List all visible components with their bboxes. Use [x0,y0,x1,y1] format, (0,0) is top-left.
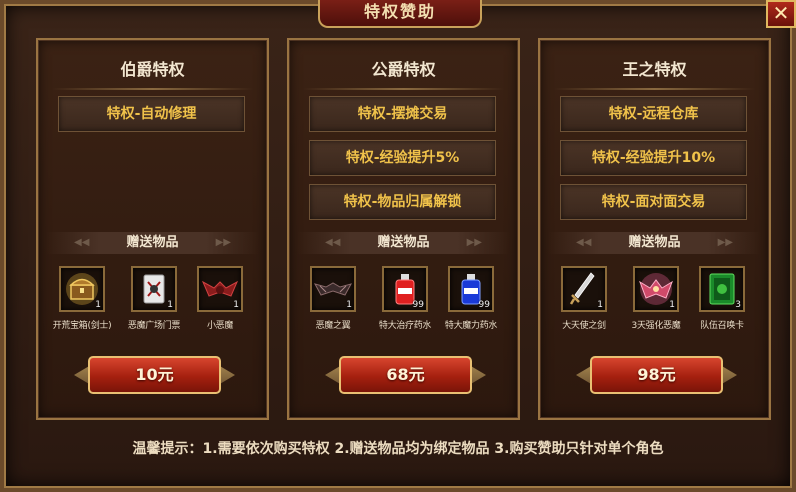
arrow-right-icon: ▶▶ [215,237,231,248]
item-count: 1 [346,300,352,310]
gift-item[interactable]: 99 特大魔力药水 [441,266,501,331]
item-name: 恶魔之翼 [315,321,351,331]
item-count: 1 [669,300,675,310]
item-count: 3 [735,300,741,310]
privilege-item: 特权-远程仓库 [560,96,747,132]
gift-item[interactable]: 99 特大治疗药水 [375,266,435,331]
item-slot[interactable]: 1 [131,266,177,312]
item-count: 1 [597,300,603,310]
buy-area: 10元 [74,354,235,396]
item-count: 1 [95,300,101,310]
item-slot[interactable]: 1 [197,266,243,312]
item-slot[interactable]: 1 [310,266,356,312]
privilege-item: 特权-面对面交易 [560,184,747,220]
gift-item[interactable]: 1 大天使之剑 [554,266,614,331]
gift-item[interactable]: 1 3天强化恶魔 [626,266,686,331]
privilege-item: 特权-经验提升5% [309,140,496,176]
gift-label: 赠送物品 [377,235,430,250]
gift-items: 1 开荒宝箱(剑士) 1 恶魔广场门票 1 小恶魔 [38,266,267,340]
gift-header: ◀◀ 赠送物品 ▶▶ [46,232,259,254]
divider [303,88,504,90]
close-button[interactable]: ✕ [766,0,796,28]
gift-item[interactable]: 1 恶魔之翼 [303,266,363,331]
privilege-item: 特权-自动修理 [58,96,245,132]
gift-items: 1 大天使之剑 1 3天强化恶魔 3 队伍召唤卡 [540,266,769,340]
buy-area: 98元 [576,354,737,396]
divider [52,88,253,90]
item-slot[interactable]: 1 [633,266,679,312]
arrow-right-icon: ▶▶ [466,237,482,248]
arrow-right-icon: ▶▶ [717,237,733,248]
panel-title: 伯爵特权 [120,60,185,79]
item-name: 恶魔广场门票 [127,321,181,331]
panel-count: 伯爵特权 特权-自动修理 ◀◀ 赠送物品 ▶▶ 1 开荒宝箱(剑士) 1 恶魔广… [36,38,269,420]
gift-item[interactable]: 3 队伍召唤卡 [692,266,752,331]
gift-label: 赠送物品 [628,235,681,250]
buy-area: 68元 [325,354,486,396]
panel-title: 公爵特权 [371,60,436,79]
tip-text: 温馨提示：1.需要依次购买特权 2.赠送物品均为绑定物品 3.购买赞助只针对单个… [132,441,664,457]
arrow-left-icon: ◀◀ [576,237,592,248]
item-count: 1 [167,300,173,310]
item-slot[interactable]: 1 [59,266,105,312]
item-name: 特大治疗药水 [378,321,432,331]
item-count: 99 [478,300,490,310]
gift-items: 1 恶魔之翼 99 特大治疗药水 99 特大魔力药水 [289,266,518,340]
item-count: 1 [233,300,239,310]
gift-item[interactable]: 1 小恶魔 [190,266,250,331]
item-name: 开荒宝箱(剑士) [52,321,112,331]
item-slot[interactable]: 99 [382,266,428,312]
gift-item[interactable]: 1 恶魔广场门票 [124,266,184,331]
gift-label: 赠送物品 [126,235,179,250]
item-name: 大天使之剑 [562,321,606,331]
gift-header: ◀◀ 赠送物品 ▶▶ [548,232,761,254]
item-name: 小恶魔 [206,321,234,331]
window-title: 特权赞助 [318,0,482,28]
buy-button[interactable]: 10元 [88,356,221,394]
panel-king: 王之特权 特权-远程仓库 特权-经验提升10% 特权-面对面交易 ◀◀ 赠送物品… [538,38,771,420]
divider [554,88,755,90]
arrow-left-icon: ◀◀ [325,237,341,248]
privilege-item: 特权-经验提升10% [560,140,747,176]
privilege-item: 特权-物品归属解锁 [309,184,496,220]
item-slot[interactable]: 3 [699,266,745,312]
item-name: 3天强化恶魔 [631,321,681,331]
arrow-left-icon: ◀◀ [74,237,90,248]
item-slot[interactable]: 99 [448,266,494,312]
panel-title: 王之特权 [622,60,687,79]
panel-duke: 公爵特权 特权-摆摊交易 特权-经验提升5% 特权-物品归属解锁 ◀◀ 赠送物品… [287,38,520,420]
privilege-item: 特权-摆摊交易 [309,96,496,132]
item-count: 99 [412,300,424,310]
gift-header: ◀◀ 赠送物品 ▶▶ [297,232,510,254]
item-name: 特大魔力药水 [444,321,498,331]
item-slot[interactable]: 1 [561,266,607,312]
buy-button[interactable]: 68元 [339,356,472,394]
gift-item[interactable]: 1 开荒宝箱(剑士) [52,266,112,331]
item-name: 队伍召唤卡 [700,321,744,331]
buy-button[interactable]: 98元 [590,356,723,394]
